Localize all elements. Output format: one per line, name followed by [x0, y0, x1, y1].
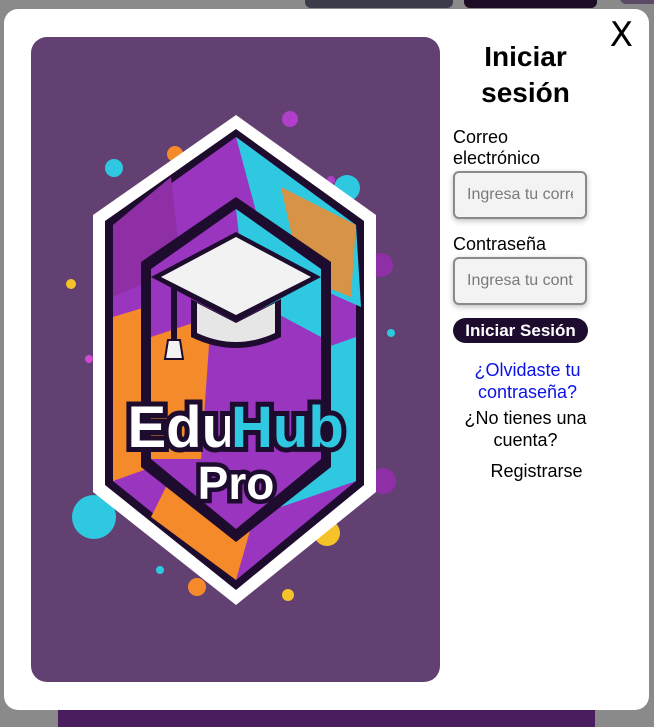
background-button [464, 0, 597, 8]
login-button[interactable]: Iniciar Sesión [453, 318, 588, 343]
email-field[interactable] [453, 171, 587, 219]
close-button[interactable]: X [610, 15, 633, 55]
svg-text:Edu: Edu [127, 395, 237, 460]
background-button [620, 0, 654, 4]
svg-text:Hub: Hub [231, 395, 344, 460]
login-title: Iniciar sesión [453, 37, 598, 111]
login-title-line1: Iniciar [484, 41, 567, 72]
login-title-line2: sesión [481, 77, 570, 108]
password-field[interactable] [453, 257, 587, 305]
login-panel: Iniciar sesión Correo electrónico Contra… [453, 37, 598, 482]
register-link[interactable]: Registrarse [475, 460, 598, 482]
background-button [305, 0, 453, 8]
logo-illustration: Edu Edu Hub Hub Pro Pro [66, 111, 396, 605]
eduhub-logo-artwork: Edu Edu Hub Hub Pro Pro [31, 37, 440, 682]
forgot-password-link[interactable]: ¿Olvidaste tu contraseña? [457, 359, 598, 403]
svg-text:Pro: Pro [198, 457, 275, 509]
login-modal: X Edu Edu Hub Hub Pro Pro Iniciar sesión… [4, 9, 649, 710]
no-account-text: ¿No tienes una cuenta? [464, 408, 587, 450]
password-label: Contraseña [453, 234, 547, 254]
background-footer [58, 707, 595, 727]
email-label: Correo electrónico [453, 127, 541, 168]
